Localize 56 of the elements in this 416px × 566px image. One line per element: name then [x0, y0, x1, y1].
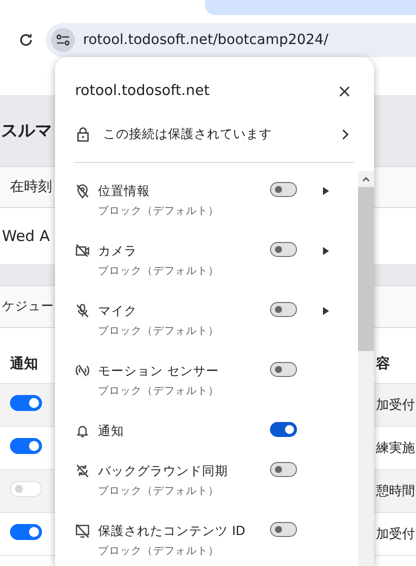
permission-status: ブロック（デフォルト）: [98, 324, 220, 339]
popup-title: rotool.todosoft.net: [75, 83, 210, 99]
field-value: Wed A: [2, 227, 50, 245]
toggle-switch[interactable]: [10, 395, 42, 411]
submenu-arrow-icon[interactable]: [323, 247, 329, 255]
close-icon[interactable]: [339, 86, 350, 96]
permission-label: 保護されたコンテンツ ID: [98, 522, 246, 540]
address-bar[interactable]: rotool.todosoft.net/bootcamp2024/: [46, 23, 416, 57]
connection-row[interactable]: この接続は保護されています: [55, 114, 374, 154]
table-cell-text: 憩時間: [376, 483, 416, 500]
toggle-switch[interactable]: [270, 422, 297, 436]
column-header: 通知: [9, 355, 38, 373]
permission-status: ブロック（デフォルト）: [98, 204, 220, 219]
permission-label: マイク: [98, 302, 138, 320]
table-cell-text: 加受付: [376, 397, 416, 414]
field-label: 在時刻: [10, 178, 52, 196]
permission-status: ブロック（デフォルト）: [98, 484, 220, 499]
toggle-switch[interactable]: [10, 524, 42, 540]
site-info-button[interactable]: [51, 28, 75, 52]
permission-status: ブロック（デフォルト）: [98, 264, 220, 279]
reload-icon[interactable]: [18, 32, 34, 48]
table-cell-text: 加受付: [376, 526, 416, 543]
toggle-switch[interactable]: [10, 438, 42, 454]
bell-icon: [75, 423, 90, 439]
permission-status: ブロック（デフォルト）: [98, 544, 220, 559]
scroll-up-icon[interactable]: [362, 176, 370, 182]
permission-status: ブロック（デフォルト）: [98, 384, 220, 399]
sensor-off-icon: [75, 363, 90, 379]
column-header: 容: [376, 355, 391, 373]
url-text: rotool.todosoft.net/bootcamp2024/: [83, 32, 328, 48]
toggle-switch[interactable]: [270, 242, 297, 256]
sync-off-icon: [75, 463, 90, 479]
sliders-icon: [56, 33, 70, 47]
scrollbar[interactable]: [358, 171, 374, 566]
lock-icon: [77, 126, 89, 142]
permission-label: 通知: [98, 422, 125, 440]
microphone-off-icon: [75, 303, 90, 319]
toggle-switch[interactable]: [270, 522, 297, 536]
toggle-switch[interactable]: [270, 362, 297, 376]
chevron-right-icon: [342, 128, 349, 140]
permission-label: カメラ: [98, 242, 138, 260]
toggle-switch[interactable]: [270, 302, 297, 316]
toggle-switch[interactable]: [270, 462, 297, 476]
screen-off-icon: [75, 523, 90, 539]
connection-status: この接続は保護されています: [103, 126, 273, 142]
section-title: ケジュー: [2, 298, 54, 315]
permission-label: バックグラウンド同期: [98, 462, 229, 480]
submenu-arrow-icon[interactable]: [323, 187, 329, 195]
permission-label: モーション センサー: [98, 362, 220, 380]
submenu-arrow-icon[interactable]: [323, 307, 329, 315]
camera-off-icon: [75, 243, 90, 259]
toggle-switch[interactable]: [270, 182, 297, 196]
table-cell-text: 練実施: [376, 440, 416, 457]
permission-label: 位置情報: [98, 182, 151, 200]
page-heading: スルマ: [1, 120, 52, 142]
pin-off-icon: [75, 183, 90, 199]
